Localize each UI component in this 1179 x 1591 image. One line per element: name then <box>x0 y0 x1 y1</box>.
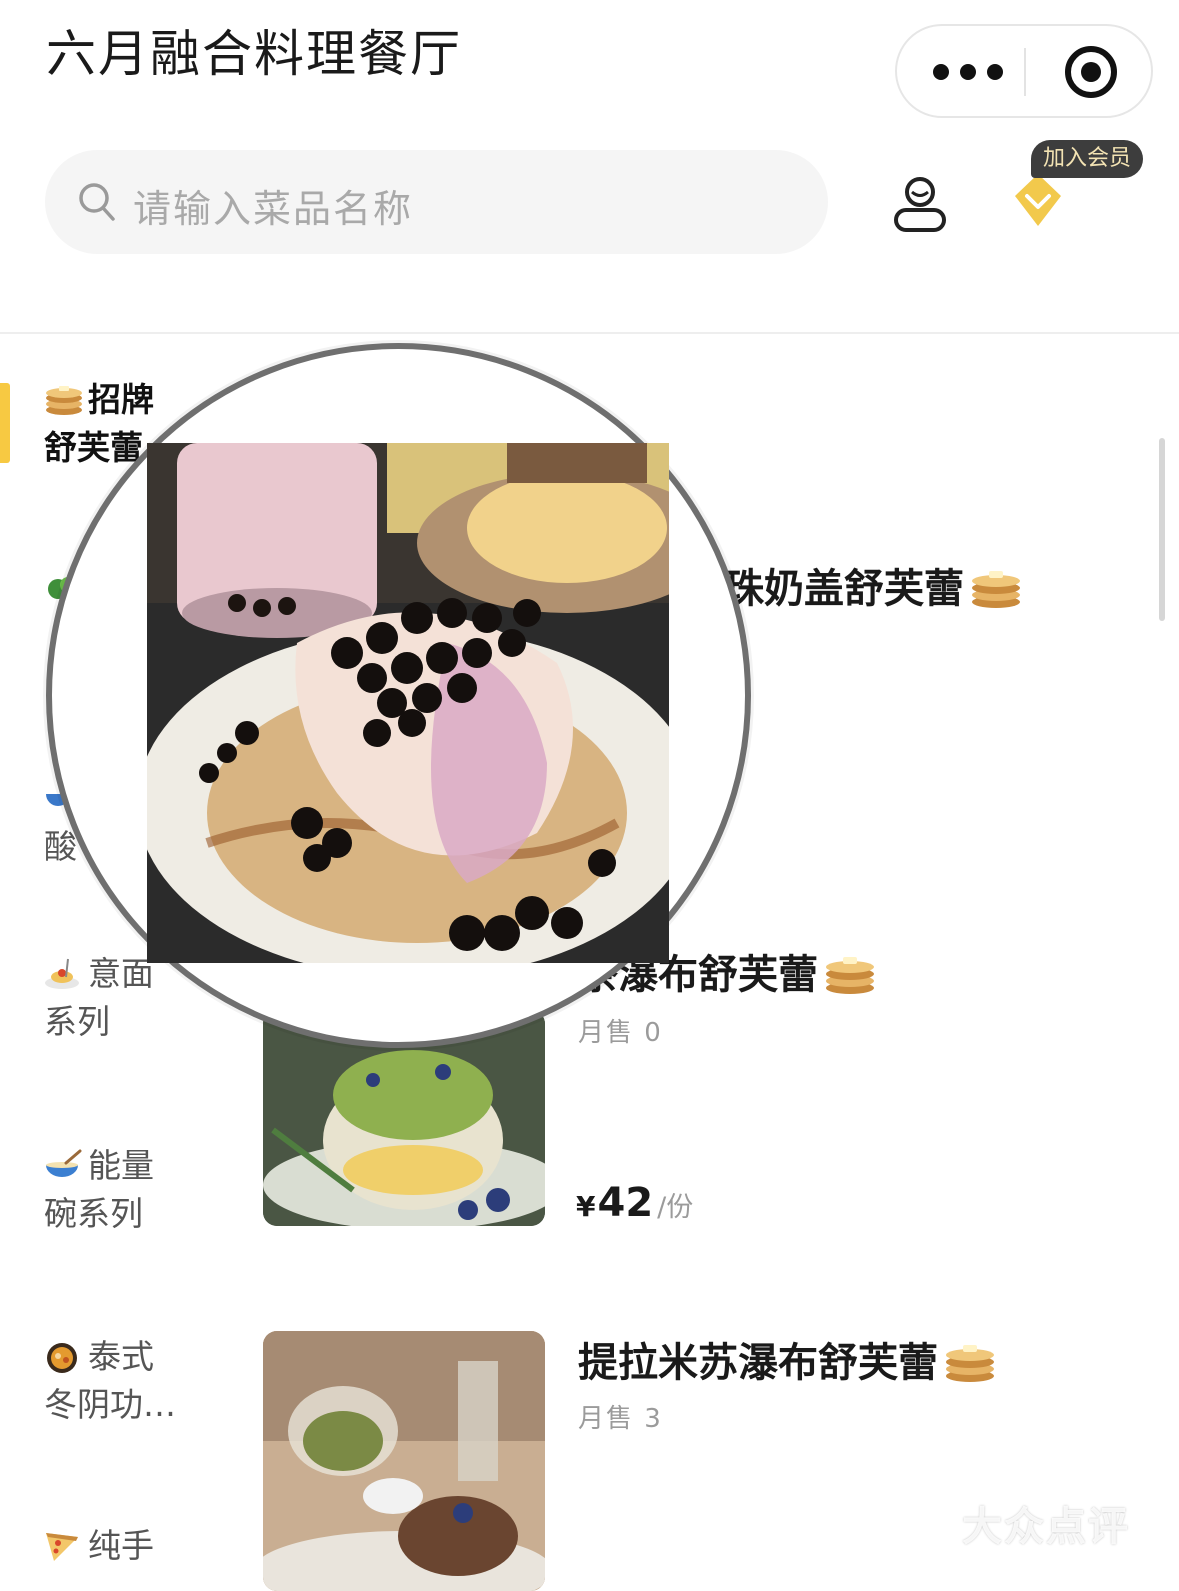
pancake-emoji-icon <box>46 386 82 415</box>
category-label-line1: 意面 <box>88 954 154 993</box>
active-category-indicator <box>0 383 10 463</box>
capsule-divider <box>1024 48 1026 96</box>
mini-program-capsule <box>895 24 1153 118</box>
header-divider <box>0 332 1179 334</box>
target-icon[interactable] <box>1065 46 1117 98</box>
dish-image-tiramisu-souffle[interactable] <box>263 1331 545 1591</box>
bowl-spoon-emoji-icon <box>46 1149 82 1177</box>
pancake-emoji-icon <box>946 1345 994 1382</box>
member-badge: 加入会员 <box>1031 140 1144 178</box>
category-label-line2: 碗系列 <box>44 1194 143 1233</box>
dianping-logo-icon <box>914 1507 952 1546</box>
pizza-emoji-icon <box>46 1533 78 1561</box>
boba-souffle-photo <box>147 443 669 963</box>
category-label-line1: 泰式 <box>88 1337 154 1376</box>
search-bar[interactable]: 请输入菜品名称 <box>45 150 828 254</box>
dish-name[interactable]: 珠奶盖舒芙蕾 <box>724 556 1022 614</box>
category-label-line1: 纯手 <box>88 1526 154 1565</box>
diamond-icon <box>1015 174 1061 226</box>
category-item-tom-yum[interactable]: 泰式 冬阴功… <box>44 1333 224 1429</box>
dish-name[interactable]: 提拉米苏瀑布舒芙蕾 <box>578 1330 996 1388</box>
search-icon <box>79 183 115 221</box>
more-dots-icon[interactable] <box>933 56 1003 88</box>
pancake-emoji-icon <box>972 571 1020 608</box>
search-placeholder: 请输入菜品名称 <box>133 187 414 231</box>
dish-monthly-sales: 月售 3 <box>578 1404 663 1434</box>
curry-emoji-icon <box>47 1343 77 1373</box>
category-label-line1: 能量 <box>88 1146 154 1185</box>
user-icon[interactable] <box>888 172 952 236</box>
spaghetti-emoji-icon <box>45 958 79 989</box>
category-label-line2: 冬阴功… <box>44 1385 176 1424</box>
dish-monthly-sales: 月售 0 <box>578 1018 663 1048</box>
category-label-line1: 招牌 <box>88 380 154 419</box>
zoomed-dish-image-boba-souffle <box>147 443 669 963</box>
category-label-line2: 系列 <box>44 1002 110 1041</box>
pancake-emoji-icon <box>826 957 874 994</box>
category-item-energy-bowl[interactable]: 能量 碗系列 <box>44 1142 224 1238</box>
dish-price: ¥42/份 <box>576 1180 694 1226</box>
watermark: 大众点评 <box>910 1494 1130 1552</box>
category-item-handmade[interactable]: 纯手 <box>44 1522 224 1570</box>
tiramisu-souffle-photo <box>263 1331 545 1591</box>
scrollbar[interactable] <box>1159 438 1165 621</box>
join-member-button[interactable]: 加入会员 <box>1005 140 1155 240</box>
app-title: 六月融合料理餐厅 <box>46 25 462 83</box>
